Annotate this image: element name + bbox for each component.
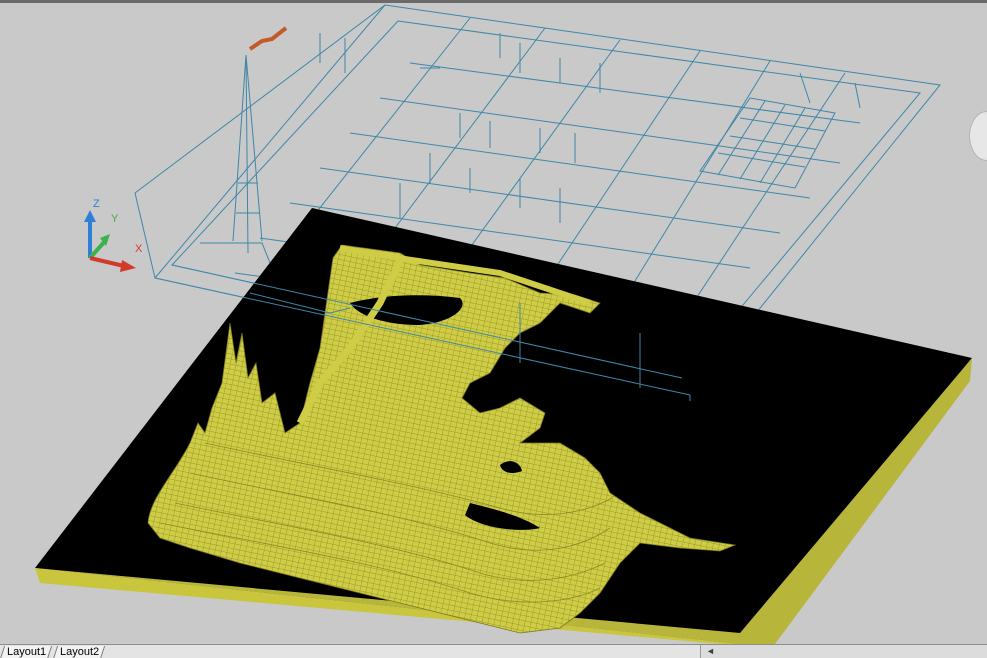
tab-layout2-label: Layout2 [60,646,100,658]
tab-layout1[interactable]: Layout1 [0,646,53,658]
ucs-z-label: Z [93,198,100,210]
model-viewport[interactable]: Z Y X [0,3,987,644]
ucs-x-label: X [135,243,143,255]
layout-tab-bar: Layout1 Layout2 ◄ [0,644,987,658]
scroll-left-arrow-icon[interactable]: ◄ [706,646,715,656]
x-axis-head [120,260,136,272]
tower-top-marker [248,26,288,51]
cad-window: Z Y X Layout1 Layout2 ◄ [0,0,987,658]
tab-layout1-label: Layout1 [7,646,47,658]
z-axis-head [84,210,96,222]
ucs-axis-icon: Z Y X [78,196,148,276]
ucs-axis-svg [84,210,136,272]
tab-layout2[interactable]: Layout2 [52,646,106,658]
tower-wireframe [200,54,271,264]
ucs-y-label: Y [111,213,119,225]
horizontal-scrollbar[interactable]: ◄ [700,645,987,658]
scene-svg [35,4,972,644]
x-axis-arrow [89,256,125,268]
